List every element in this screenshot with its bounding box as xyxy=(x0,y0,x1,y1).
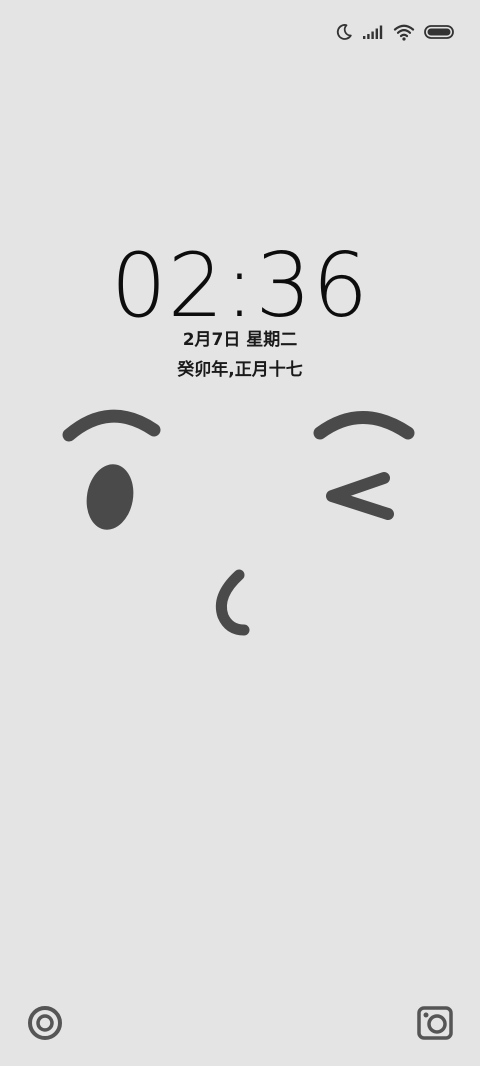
wallpaper-face-doodle xyxy=(62,409,415,636)
left-eye xyxy=(86,464,134,530)
signal-icon xyxy=(362,24,384,40)
target-icon xyxy=(28,1006,62,1040)
moon-icon xyxy=(335,23,353,41)
camera-shortcut-button[interactable] xyxy=(416,1004,454,1042)
lockscreen-lunar-date: 癸卯年,正月十七 xyxy=(177,360,303,380)
right-eyebrow xyxy=(313,411,415,440)
lockscreen-date: 2月7日 星期二 xyxy=(182,330,298,350)
left-eyebrow xyxy=(62,409,161,442)
camera-icon xyxy=(417,1006,453,1040)
battery-icon xyxy=(424,24,454,40)
lockscreen-clock: 02:36 xyxy=(110,234,370,337)
right-wink-eye xyxy=(326,472,394,520)
kiss-mouth xyxy=(215,569,250,636)
status-bar xyxy=(335,18,454,46)
wifi-icon xyxy=(393,23,415,41)
target-shortcut-button[interactable] xyxy=(26,1004,64,1042)
